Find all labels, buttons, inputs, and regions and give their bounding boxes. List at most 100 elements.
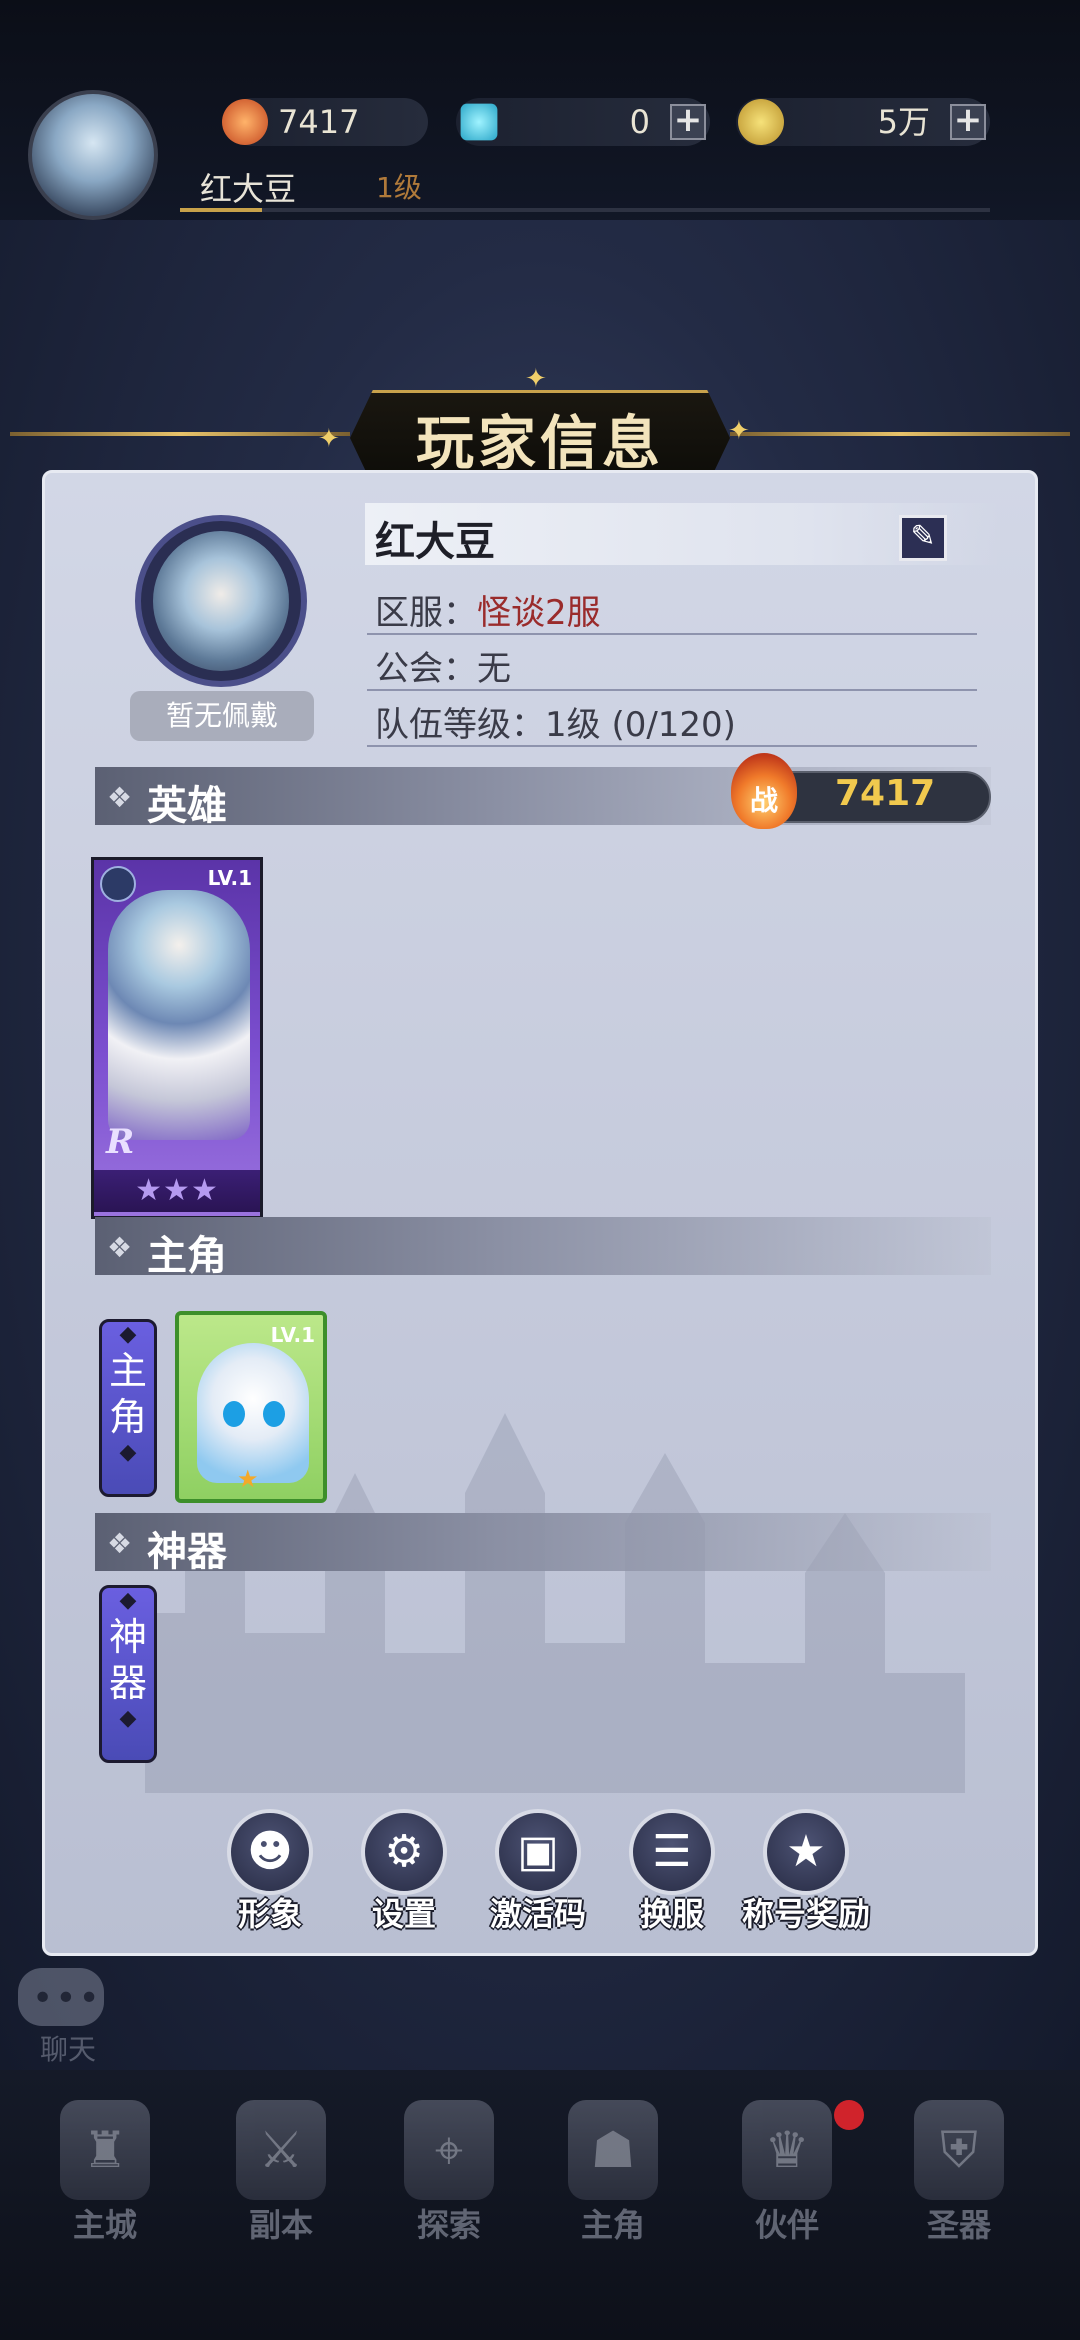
page-title: 玩家信息	[415, 409, 664, 477]
sparkle-icon: ✦	[525, 364, 547, 394]
appearance-button[interactable]: ☻ 形象	[205, 1809, 335, 1939]
diamond-icon	[460, 103, 498, 141]
sparkle-icon: ✦	[728, 416, 750, 446]
nav-label: 主角	[580, 2206, 645, 2244]
bottom-nav: ♜ 主城 ⚔ 副本 ⌖ 探索 ☗ 主角 ♛ 伙伴 ⛨ 圣器	[0, 2090, 1080, 2290]
chat-button[interactable]: ••• 聊天	[18, 1968, 108, 2068]
artifact-tag: ◆ 神 器 ◆	[99, 1585, 157, 1763]
protagonist-card[interactable]: LV.1 ★	[175, 1311, 327, 1503]
nav-label: 伙伴	[754, 2206, 819, 2244]
tag-cap-icon: ◆	[119, 1440, 137, 1465]
artifact-section-title: 神器	[147, 1529, 227, 1575]
chat-label: 聊天	[40, 2033, 97, 2066]
gold-pill: 5万 +	[736, 98, 990, 146]
tag-char: 角	[108, 1395, 147, 1439]
avatar-icon: ☻	[227, 1809, 313, 1895]
tag-cap-icon: ◆	[119, 1706, 137, 1731]
profile-avatar[interactable]	[135, 515, 307, 687]
nav-holy-artifact[interactable]: ⛨ 圣器	[884, 2090, 1034, 2290]
diamond-value: 0	[629, 103, 650, 141]
diamond-bullet-icon: ❖	[107, 781, 133, 814]
title-reward-icon: ★	[763, 1809, 849, 1895]
protagonist-stars: ★	[237, 1465, 259, 1493]
water-element-icon	[100, 866, 136, 902]
protagonist-section-title: 主角	[147, 1233, 227, 1279]
hero-portrait	[108, 890, 250, 1140]
sparkle-icon: ✦	[318, 424, 340, 454]
player-info-panel: 暂无佩戴 红大豆 ✎ 区服：怪谈2服 公会：无 队伍等级：1级 (0/120) …	[42, 470, 1038, 1956]
nav-protagonist[interactable]: ☗ 主角	[538, 2090, 688, 2290]
profile-name: 红大豆	[375, 519, 495, 565]
no-wear-badge[interactable]: 暂无佩戴	[130, 691, 314, 741]
heroes-section-title: 英雄	[147, 783, 227, 829]
server-label: 区服：	[375, 593, 477, 633]
tag-cap-icon: ◆	[119, 1322, 137, 1347]
nav-main-city[interactable]: ♜ 主城	[30, 2090, 180, 2290]
helmet-lock-icon: ⛨	[914, 2100, 1004, 2200]
profile-avatar-image	[153, 531, 289, 671]
diamond-pill: 0 +	[456, 98, 710, 146]
ghost-eye	[223, 1401, 245, 1427]
guild-line: 公会：无	[375, 641, 511, 690]
player-name: 红大豆	[200, 170, 297, 208]
team-power-value: 7417	[835, 773, 936, 814]
hero-card[interactable]: LV.1 R ★★★	[91, 857, 263, 1219]
guild-value: 无	[477, 649, 511, 689]
add-gold-button[interactable]: +	[950, 103, 986, 140]
exp-bar	[180, 208, 990, 212]
guild-label: 公会：	[375, 649, 477, 689]
nav-explore[interactable]: ⌖ 探索	[374, 2090, 524, 2290]
ghost-eye	[263, 1401, 285, 1427]
player-avatar[interactable]	[28, 90, 158, 220]
tag-cap-icon: ◆	[119, 1588, 137, 1613]
nav-dungeon[interactable]: ⚔ 副本	[206, 2090, 356, 2290]
banner-line-right	[730, 432, 1070, 436]
combat-power-pill: 7417	[222, 98, 428, 146]
combat-power-value: 7417	[278, 103, 360, 141]
team-level-value: 1级 (0/120)	[545, 705, 736, 745]
hero-stars: ★★★	[94, 1170, 260, 1212]
combat-flame-icon	[222, 99, 268, 145]
switch-server-button[interactable]: ☰ 换服	[607, 1809, 737, 1939]
combat-flame-icon: 战	[731, 753, 797, 829]
hero-level: LV.1	[207, 866, 252, 890]
tag-char: 主	[108, 1349, 147, 1393]
title-reward-button[interactable]: ★ 称号奖励	[741, 1809, 871, 1939]
crown-icon: ♛	[742, 2100, 832, 2200]
activation-code-button[interactable]: ▣ 激活码	[473, 1809, 603, 1939]
divider	[367, 689, 977, 691]
divider	[367, 633, 977, 635]
banner-line-left	[10, 432, 350, 436]
exp-bar-fill	[180, 208, 262, 212]
protagonist-tag: ◆ 主 角 ◆	[99, 1319, 157, 1497]
nav-label: 主城	[72, 2206, 137, 2244]
edit-name-button[interactable]: ✎	[899, 515, 947, 561]
divider	[367, 745, 977, 747]
diamond-bullet-icon: ❖	[107, 1231, 133, 1264]
compass-icon: ⌖	[404, 2100, 494, 2200]
notification-dot	[834, 2100, 864, 2130]
hero-rarity: R	[106, 1122, 135, 1162]
settings-button[interactable]: ⚙ 设置	[339, 1809, 469, 1939]
castle-icon: ♜	[60, 2100, 150, 2200]
protagonist-icon: ☗	[568, 2100, 658, 2200]
diamond-bullet-icon: ❖	[107, 1527, 133, 1560]
nav-label: 探索	[416, 2206, 481, 2244]
team-level-line: 队伍等级：1级 (0/120)	[375, 697, 736, 746]
dungeon-icon: ⚔	[236, 2100, 326, 2200]
nav-label: 圣器	[926, 2206, 991, 2244]
tag-char: 器	[108, 1661, 147, 1705]
protagonist-section-header: ❖ 主角	[95, 1217, 991, 1279]
add-diamond-button[interactable]: +	[670, 103, 706, 140]
nav-label: 副本	[248, 2206, 313, 2244]
ghost-portrait	[197, 1343, 309, 1483]
player-level: 1级	[376, 171, 422, 204]
combat-glyph: 战	[749, 784, 778, 817]
tag-char: 神	[108, 1615, 147, 1659]
artifact-section-header: ❖ 神器	[95, 1513, 991, 1575]
gift-code-icon: ▣	[495, 1809, 581, 1895]
player-name-row: 红大豆 1级	[180, 160, 1000, 210]
server-value: 怪谈2服	[477, 593, 601, 633]
gear-icon: ⚙	[361, 1809, 447, 1895]
protagonist-level: LV.1	[270, 1323, 315, 1347]
